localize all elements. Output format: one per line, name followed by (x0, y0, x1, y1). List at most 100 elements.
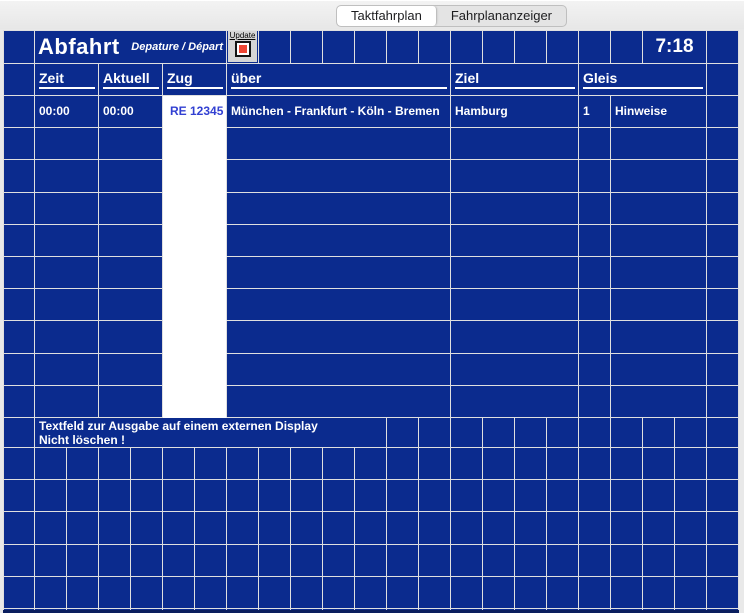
header-zug: Zug (163, 64, 227, 96)
grid-cell (675, 480, 707, 512)
grid-cell (259, 480, 291, 512)
tab-bar: Taktfahrplan Fahrplananzeiger (0, 0, 744, 29)
grid-cell (99, 545, 131, 577)
grid-cell (163, 225, 227, 257)
title-filler-cells (259, 30, 643, 64)
grid-cell (547, 545, 579, 577)
note-line-1: Textfeld zur Ausgabe auf einem externen … (39, 419, 386, 433)
grid-cell (387, 448, 419, 480)
empty-timetable-row (3, 128, 739, 160)
grid-cell (707, 448, 739, 480)
grid-cell (227, 577, 259, 609)
grid-cell (451, 257, 579, 289)
departure-aktuell[interactable]: 00:00 (99, 96, 163, 128)
grid-cell (227, 448, 259, 480)
grid-cell (3, 480, 35, 512)
departure-via[interactable]: München - Frankfurt - Köln - Bremen (227, 96, 451, 128)
grid-cell (579, 577, 611, 609)
grid-cell (259, 512, 291, 544)
grid-cell (547, 512, 579, 544)
update-button[interactable]: Update (228, 31, 257, 62)
grid-cell (35, 289, 99, 321)
grid-cell (707, 64, 739, 96)
grid-cell (579, 128, 611, 160)
column-header-row: Zeit Aktuell Zug über Ziel Gleis (3, 64, 739, 96)
grid-cell (451, 30, 483, 64)
grid-cell (643, 418, 675, 448)
grid-cell (579, 193, 611, 225)
grid-cell (3, 30, 35, 64)
grid-cell (259, 577, 291, 609)
grid-cell (291, 512, 323, 544)
grid-cell (707, 480, 739, 512)
grid-cell (35, 512, 67, 544)
grid-cell (163, 512, 195, 544)
grid-cell (451, 512, 483, 544)
grid-cell (707, 354, 739, 386)
grid-cell (163, 386, 227, 418)
departure-destination[interactable]: Hamburg (451, 96, 579, 128)
grid-cell (355, 512, 387, 544)
grid-cell (291, 577, 323, 609)
departure-platform[interactable]: 1 (579, 96, 611, 128)
grid-cell (451, 418, 483, 448)
grid-cell (547, 30, 579, 64)
grid-cell (611, 321, 707, 353)
grid-cell (323, 545, 355, 577)
empty-timetable-row (3, 193, 739, 225)
grid-cell (195, 512, 227, 544)
grid-cell (451, 480, 483, 512)
grid-cell (195, 448, 227, 480)
grid-cell (35, 225, 99, 257)
grid-cell (35, 386, 99, 418)
note-line-2: Nicht löschen ! (39, 433, 386, 447)
departure-train-number[interactable]: RE 12345 (163, 96, 227, 128)
grid-cell (3, 386, 35, 418)
grid-cell (707, 289, 739, 321)
grid-cell (643, 480, 675, 512)
grid-cell (323, 448, 355, 480)
grid-cell (387, 418, 419, 448)
departure-hinweis[interactable]: Hinweise (611, 96, 707, 128)
note-filler-cells (387, 418, 739, 448)
grid-cell (99, 225, 163, 257)
grid-cell (451, 128, 579, 160)
grid-cell (611, 289, 707, 321)
grid-cell (611, 257, 707, 289)
grid-cell (163, 545, 195, 577)
departure-zeit[interactable]: 00:00 (35, 96, 99, 128)
grid-cell (163, 480, 195, 512)
grid-cell (3, 354, 35, 386)
grid-cell (227, 257, 451, 289)
grid-cell (3, 160, 35, 192)
grid-cell (227, 512, 259, 544)
grid-cell (355, 545, 387, 577)
grid-cell (707, 545, 739, 577)
grid-cell (611, 512, 643, 544)
tab-taktfahrplan[interactable]: Taktfahrplan (337, 6, 437, 26)
grid-cell (451, 448, 483, 480)
update-cell: Update (227, 30, 259, 64)
grid-cell (675, 512, 707, 544)
grid-cell (67, 545, 99, 577)
grid-cell (579, 225, 611, 257)
bottom-grid-row (3, 545, 739, 577)
grid-cell (35, 480, 67, 512)
grid-cell (67, 577, 99, 609)
grid-cell (707, 96, 739, 128)
grid-cell (611, 480, 643, 512)
grid-cell (99, 480, 131, 512)
grid-cell (99, 354, 163, 386)
grid-cell (451, 193, 579, 225)
timetable-rows: 00:00 00:00 RE 12345 München - Frankfurt… (3, 96, 739, 418)
grid-cell (707, 160, 739, 192)
grid-cell (547, 480, 579, 512)
tab-fahrplananzeiger[interactable]: Fahrplananzeiger (437, 6, 566, 26)
board-title-row: Abfahrt Depature / Départ Update 7:18 (3, 30, 739, 64)
grid-cell (707, 257, 739, 289)
grid-cell (227, 160, 451, 192)
grid-cell (195, 545, 227, 577)
grid-cell (355, 480, 387, 512)
grid-cell (35, 257, 99, 289)
external-display-textfield[interactable]: Textfeld zur Ausgabe auf einem externen … (35, 418, 387, 448)
